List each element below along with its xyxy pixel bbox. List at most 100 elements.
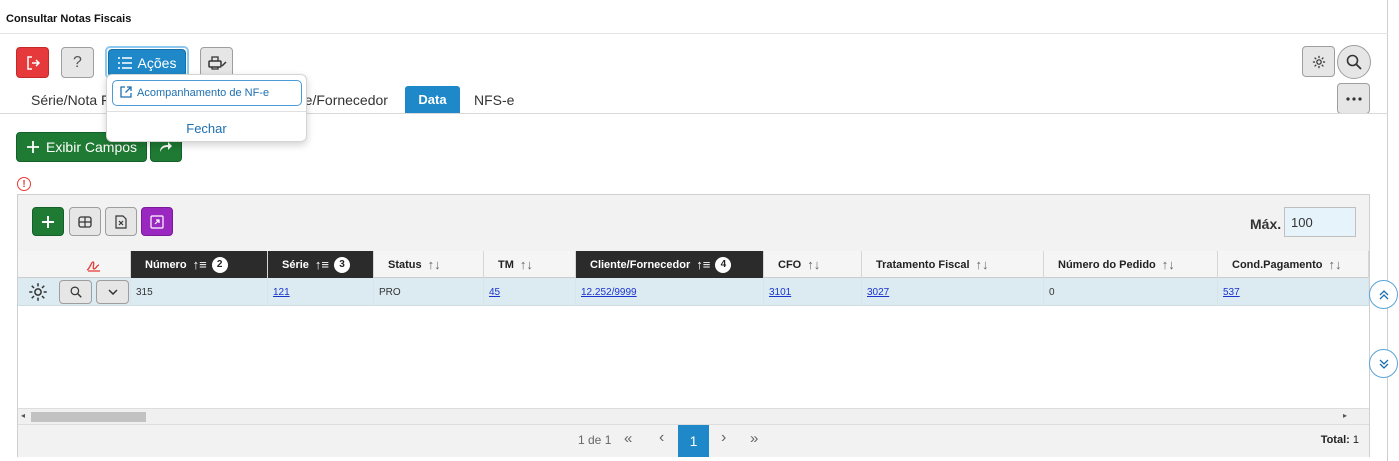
grid-toolbar: Máx. 100: [18, 195, 1369, 251]
scroll-down-icon: [1379, 359, 1388, 369]
window-title: Consultar Notas Fiscais: [6, 13, 132, 25]
header-cliente-fornecedor[interactable]: Cliente/Fornecedor ↑≡ 4: [576, 251, 764, 278]
columns-button[interactable]: [69, 207, 101, 236]
search-icon: [70, 286, 82, 298]
sort-order-badge: 2: [211, 256, 228, 273]
cell-cfo: 3101: [764, 278, 862, 306]
page-info: 1 de 1: [578, 433, 612, 447]
help-icon: ?: [73, 53, 82, 71]
header-tm[interactable]: TM ↑↓: [484, 251, 576, 278]
sort-icon: ↑↓: [975, 257, 989, 272]
tab-serie-nota[interactable]: Série/Nota Fi: [31, 92, 113, 108]
acoes-button[interactable]: Ações: [108, 49, 186, 77]
tab-data[interactable]: Data: [405, 86, 460, 113]
scroll-left-icon[interactable]: ◂: [21, 411, 25, 420]
signature-icon: [86, 260, 100, 272]
cell-cliente: 12.252/9999: [576, 278, 764, 306]
table: Número ↑≡ 2 Série ↑≡ 3 Status ↑↓ TM ↑↓ Cliente…: [18, 251, 1369, 408]
menu-item-label: Acompanhamento de NF-e: [137, 87, 270, 99]
header-status[interactable]: Status ↑↓: [374, 251, 484, 278]
scroll-up-icon: [1379, 289, 1388, 299]
header-cfo[interactable]: CFO ↑↓: [764, 251, 862, 278]
cond-pagamento-link[interactable]: 537: [1223, 287, 1240, 298]
info-icon: !: [17, 177, 31, 191]
gear-icon[interactable]: [28, 282, 48, 302]
excel-icon: [115, 214, 127, 229]
sort-asc-icon: ↑≡: [314, 257, 330, 272]
sort-order-badge: 4: [715, 256, 732, 273]
last-page-button[interactable]: »: [750, 430, 758, 447]
add-row-button[interactable]: [32, 207, 64, 236]
print-icon: [207, 55, 227, 70]
cell-cond-pagamento: 537: [1218, 278, 1369, 306]
search-button[interactable]: [1337, 45, 1371, 79]
table-row[interactable]: 315 121 PRO 45 12.252/9999 3101 3027 0 5…: [18, 278, 1369, 306]
help-button[interactable]: ?: [61, 47, 94, 78]
serie-link[interactable]: 121: [273, 287, 290, 298]
sort-icon: ↑↓: [1328, 257, 1342, 272]
exit-button[interactable]: [16, 47, 49, 78]
sort-icon: ↑↓: [427, 257, 441, 272]
excel-export-button[interactable]: [105, 207, 137, 236]
columns-icon: [78, 215, 92, 228]
scroll-up-button[interactable]: [1369, 280, 1398, 309]
tm-link[interactable]: 45: [489, 287, 500, 298]
exit-icon: [26, 55, 40, 70]
sort-order-badge: 3: [334, 256, 351, 273]
cell-serie: 121: [268, 278, 374, 306]
scrollbar-thumb[interactable]: [31, 412, 146, 422]
header-cond-pagamento[interactable]: Cond.Pagamento ↑↓: [1218, 251, 1369, 278]
header-actions: [18, 251, 131, 278]
scroll-down-button[interactable]: [1369, 349, 1398, 378]
menu-item-acompanhamento-nfe[interactable]: Acompanhamento de NF-e: [112, 80, 302, 106]
expand-button[interactable]: [141, 207, 173, 236]
row-view-button[interactable]: [59, 280, 92, 304]
acoes-label: Ações: [137, 55, 177, 71]
total-count: Total: 1: [1320, 434, 1359, 446]
gear-icon: [1312, 55, 1325, 68]
window: Consultar Notas Fiscais ? Ações Série/No…: [0, 0, 1388, 461]
header-serie[interactable]: Série ↑≡ 3: [268, 251, 374, 278]
menu-item-fechar[interactable]: Fechar: [107, 121, 306, 136]
row-actions-cell: [18, 278, 131, 306]
header-numero-pedido[interactable]: Número do Pedido ↑↓: [1044, 251, 1218, 278]
row-expand-button[interactable]: [96, 280, 129, 304]
menu-divider: [107, 111, 306, 112]
cell-numero: 315: [131, 278, 268, 306]
plus-icon: [42, 215, 54, 228]
list-icon: [117, 57, 132, 69]
chevron-down-icon: [107, 289, 118, 295]
cell-pedido: 0: [1044, 278, 1218, 306]
results-grid: Máx. 100 Número ↑≡ 2 Série ↑≡ 3 Status ↑↓ TM ↑…: [17, 194, 1370, 457]
plus-icon: [26, 141, 39, 153]
table-header: Número ↑≡ 2 Série ↑≡ 3 Status ↑↓ TM ↑↓ Cliente…: [18, 251, 1369, 278]
prev-page-button[interactable]: ‹: [659, 429, 664, 447]
first-page-button[interactable]: «: [624, 430, 632, 447]
header-tratamento-fiscal[interactable]: Tratamento Fiscal ↑↓: [862, 251, 1044, 278]
sort-icon: ↑↓: [807, 257, 821, 272]
scroll-right-icon[interactable]: ▸: [1343, 411, 1347, 420]
sort-icon: ↑↓: [1161, 257, 1175, 272]
horizontal-scrollbar[interactable]: ◂ ▸: [18, 408, 1369, 424]
next-page-button[interactable]: ›: [721, 429, 726, 447]
expand-icon: [150, 214, 164, 229]
settings-button[interactable]: [1302, 46, 1335, 77]
acoes-dropdown-menu: Acompanhamento de NF-e Fechar: [106, 74, 307, 142]
search-icon: [1346, 54, 1362, 70]
page-1-button[interactable]: 1: [678, 425, 709, 457]
max-input[interactable]: 100: [1284, 207, 1356, 237]
cell-status: PRO: [374, 278, 484, 306]
tab-cliente-fornecedor[interactable]: nte/Fornecedor: [293, 92, 388, 108]
header-numero[interactable]: Número ↑≡ 2: [131, 251, 268, 278]
max-label: Máx.: [1250, 216, 1282, 232]
sort-icon: ↑↓: [519, 257, 533, 272]
cfo-link[interactable]: 3101: [769, 287, 791, 298]
title-bar: Consultar Notas Fiscais: [0, 0, 1388, 34]
cell-tm: 45: [484, 278, 576, 306]
tratamento-link[interactable]: 3027: [867, 287, 889, 298]
cliente-link[interactable]: 12.252/9999: [581, 287, 637, 298]
cell-tratamento: 3027: [862, 278, 1044, 306]
pagination: 1 de 1 « ‹ 1 › » Total: 1: [18, 424, 1369, 457]
sort-asc-icon: ↑≡: [192, 257, 207, 272]
tab-nfs-e[interactable]: NFS-e: [474, 92, 514, 108]
